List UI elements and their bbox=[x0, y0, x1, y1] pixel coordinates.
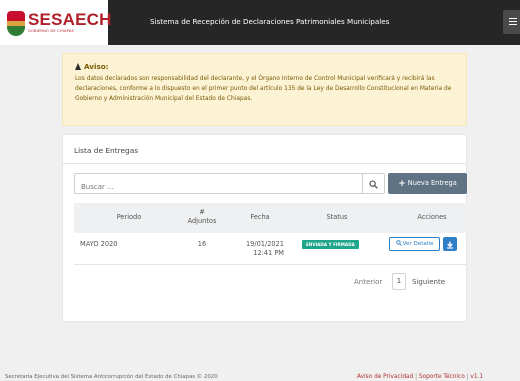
table-row: MAYO 2020 16 19/01/2021 12:41 PM ENVIADA… bbox=[74, 233, 467, 265]
plus-icon: + bbox=[398, 179, 406, 189]
footer-separator: | bbox=[415, 374, 418, 380]
search-icon bbox=[369, 180, 378, 189]
warning-title: Aviso: bbox=[75, 62, 109, 72]
pagination-page[interactable]: 1 bbox=[392, 273, 406, 290]
download-icon bbox=[447, 241, 453, 249]
divider bbox=[63, 163, 466, 164]
cell-fecha: 19/01/2021 12:41 PM bbox=[245, 240, 284, 257]
coat-of-arms-icon bbox=[7, 11, 25, 36]
brand-subtitle: GOBIERNO DE CHIAPAS bbox=[28, 29, 74, 33]
warning-text: Los datos declarados son responsabilidad… bbox=[75, 76, 452, 102]
download-button[interactable] bbox=[443, 237, 457, 251]
search-input[interactable] bbox=[75, 177, 362, 197]
warning-icon bbox=[75, 63, 81, 70]
search-icon bbox=[395, 240, 402, 246]
cell-adjuntos: 16 bbox=[197, 240, 207, 248]
hamburger-icon bbox=[509, 18, 517, 20]
column-fecha[interactable]: Fecha bbox=[240, 213, 280, 222]
table-header: Periodo # Adjuntos Fecha Status Acciones bbox=[74, 203, 467, 233]
menu-toggle-button[interactable] bbox=[503, 10, 520, 34]
footer-separator: | bbox=[466, 374, 469, 380]
view-detail-button[interactable]: Ver Detalle bbox=[389, 237, 440, 251]
cell-periodo: MAYO 2020 bbox=[80, 240, 118, 248]
deliveries-card: Lista de Entregas +Nueva Entrega Periodo… bbox=[62, 134, 467, 322]
footer-links: Aviso de Privacidad | Soporte Técnico | … bbox=[357, 374, 483, 381]
search-button[interactable] bbox=[363, 173, 385, 194]
column-adjuntos[interactable]: # Adjuntos bbox=[182, 208, 222, 226]
search-field[interactable] bbox=[74, 173, 363, 197]
status-badge: ENVIADA Y FIRMADA bbox=[302, 240, 359, 249]
pagination-previous[interactable]: Anterior bbox=[354, 278, 382, 287]
top-navbar: SESAECH GOBIERNO DE CHIAPAS Sistema de R… bbox=[0, 0, 520, 45]
support-link[interactable]: Soporte Técnico bbox=[419, 374, 465, 380]
new-delivery-button[interactable]: + Nueva Entrega bbox=[388, 173, 467, 194]
column-acciones: Acciones bbox=[417, 213, 447, 221]
footer-copyright: Secretaría Ejecutiva del Sistema Anticor… bbox=[5, 374, 218, 380]
card-title: Lista de Entregas bbox=[74, 146, 139, 155]
warning-notice: Aviso: Los datos declarados son responsa… bbox=[62, 53, 467, 126]
column-periodo[interactable]: Periodo bbox=[102, 213, 156, 222]
column-status[interactable]: Status bbox=[310, 213, 364, 222]
privacy-link[interactable]: Aviso de Privacidad bbox=[357, 374, 413, 380]
pagination-next[interactable]: Siguiente bbox=[412, 278, 445, 287]
version-label: v1.1 bbox=[470, 374, 484, 380]
brand-logo[interactable]: SESAECH GOBIERNO DE CHIAPAS bbox=[0, 0, 111, 45]
brand-name: SESAECH bbox=[28, 10, 112, 29]
app-title: Sistema de Recepción de Declaraciones Pa… bbox=[150, 17, 390, 26]
